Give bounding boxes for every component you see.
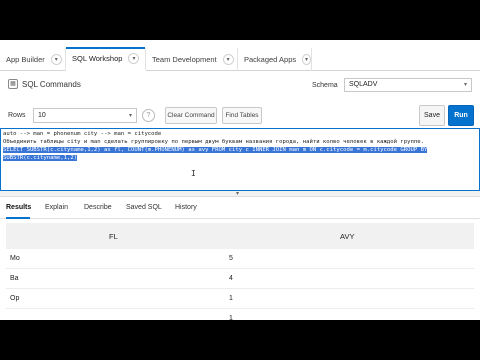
editor-line: auto --> man = phonenum city --> man = c… — [3, 131, 162, 137]
sql-editor[interactable]: auto --> man = phonenum city --> man = c… — [0, 128, 480, 191]
tab-history[interactable]: History — [175, 204, 197, 211]
cell-fl: Ba — [10, 275, 19, 282]
tab-label: Packaged Apps — [244, 55, 297, 64]
tab-app-builder[interactable]: App Builder ▾ — [0, 48, 66, 71]
table-row: 1 — [6, 309, 474, 320]
help-icon[interactable]: ? — [142, 109, 155, 122]
apex-sql-workshop: App Builder ▾ SQL Workshop ▾ Team Develo… — [0, 40, 480, 320]
run-button[interactable]: Run — [448, 105, 474, 126]
schema-label: Schema — [312, 82, 338, 89]
cell-avy: 5 — [229, 255, 233, 262]
command-toolbar: Rows 10 ▾ ? Clear Command Find Tables Sa… — [0, 103, 480, 129]
rows-select[interactable]: 10 ▾ — [33, 108, 137, 123]
clear-command-button[interactable]: Clear Command — [165, 107, 217, 124]
tab-describe[interactable]: Describe — [84, 204, 112, 211]
page-title: SQL Commands — [22, 80, 81, 89]
cell-avy: 4 — [229, 275, 233, 282]
cell-fl: Op — [10, 295, 20, 302]
tab-team-development[interactable]: Team Development ▾ — [146, 48, 238, 71]
letterbox-bottom — [0, 320, 480, 360]
editor-line-selected: SUBSTR(c.cityname,1,2) — [3, 155, 78, 161]
chevron-down-icon[interactable]: ▾ — [50, 54, 62, 65]
chevron-down-icon[interactable]: ▾ — [222, 54, 234, 65]
editor-line: Объединить таблицы city и man сделать гр… — [3, 139, 424, 145]
editor-resize-handle[interactable]: ▾ — [0, 191, 480, 197]
active-tab-indicator — [6, 217, 30, 219]
chevron-down-icon[interactable]: ▾ — [128, 53, 140, 64]
rows-label: Rows — [8, 112, 26, 119]
chevron-down-icon: ▾ — [128, 113, 132, 119]
chevron-down-icon: ▾ — [463, 82, 467, 88]
tab-results[interactable]: Results — [6, 204, 31, 211]
chevron-down-icon[interactable]: ▾ — [302, 54, 311, 65]
drag-handle-icon[interactable]: ▾ — [236, 191, 239, 197]
column-header-fl[interactable]: FL — [109, 232, 118, 241]
schema-value: SQLADV — [349, 81, 378, 88]
results-table: FL AVY Mo 5 Ba 4 Op 1 1 — [0, 220, 480, 320]
column-header-avy[interactable]: AVY — [340, 232, 354, 241]
tab-label: Team Development — [152, 55, 217, 64]
editor-line-selected: SELECT SUBSTR(c.cityname,1,2) as fl, COU… — [3, 147, 428, 153]
save-button[interactable]: Save — [419, 105, 445, 126]
top-navigation: App Builder ▾ SQL Workshop ▾ Team Develo… — [0, 47, 480, 71]
tab-packaged-apps[interactable]: Packaged Apps ▾ — [238, 48, 312, 71]
result-tabs: Results Explain Describe Saved SQL Histo… — [0, 198, 480, 219]
tab-saved-sql[interactable]: Saved SQL — [126, 204, 162, 211]
find-tables-button[interactable]: Find Tables — [222, 107, 262, 124]
rows-value: 10 — [38, 112, 46, 119]
text-cursor-icon: I — [191, 169, 196, 178]
schema-select[interactable]: SQLADV ▾ — [344, 78, 472, 92]
tab-label: App Builder — [6, 55, 45, 64]
table-row: Ba 4 — [6, 269, 474, 289]
letterbox-top — [0, 0, 480, 40]
sql-commands-icon: ▦ — [8, 79, 18, 89]
table-header: FL AVY — [6, 223, 474, 249]
cell-fl: Mo — [10, 255, 20, 262]
cell-avy: 1 — [229, 295, 233, 302]
tab-label: SQL Workshop — [72, 54, 123, 63]
tab-explain[interactable]: Explain — [45, 204, 68, 211]
table-row: Mo 5 — [6, 249, 474, 269]
tab-sql-workshop[interactable]: SQL Workshop ▾ — [66, 47, 146, 71]
table-row: Op 1 — [6, 289, 474, 309]
sql-commands-header: ▦ SQL Commands Schema SQLADV ▾ — [0, 73, 480, 97]
